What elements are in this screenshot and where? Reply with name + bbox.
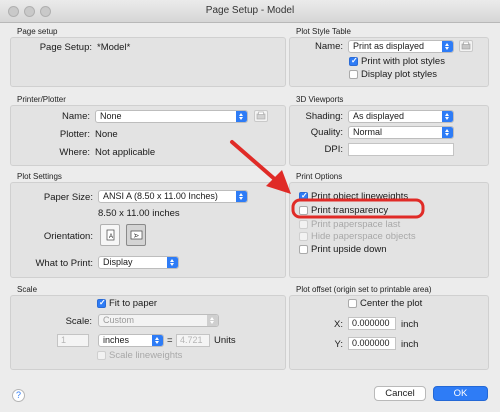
highlight-box [291, 198, 425, 219]
annotation-overlay [230, 140, 425, 219]
annotation-arrow-line [230, 140, 280, 184]
